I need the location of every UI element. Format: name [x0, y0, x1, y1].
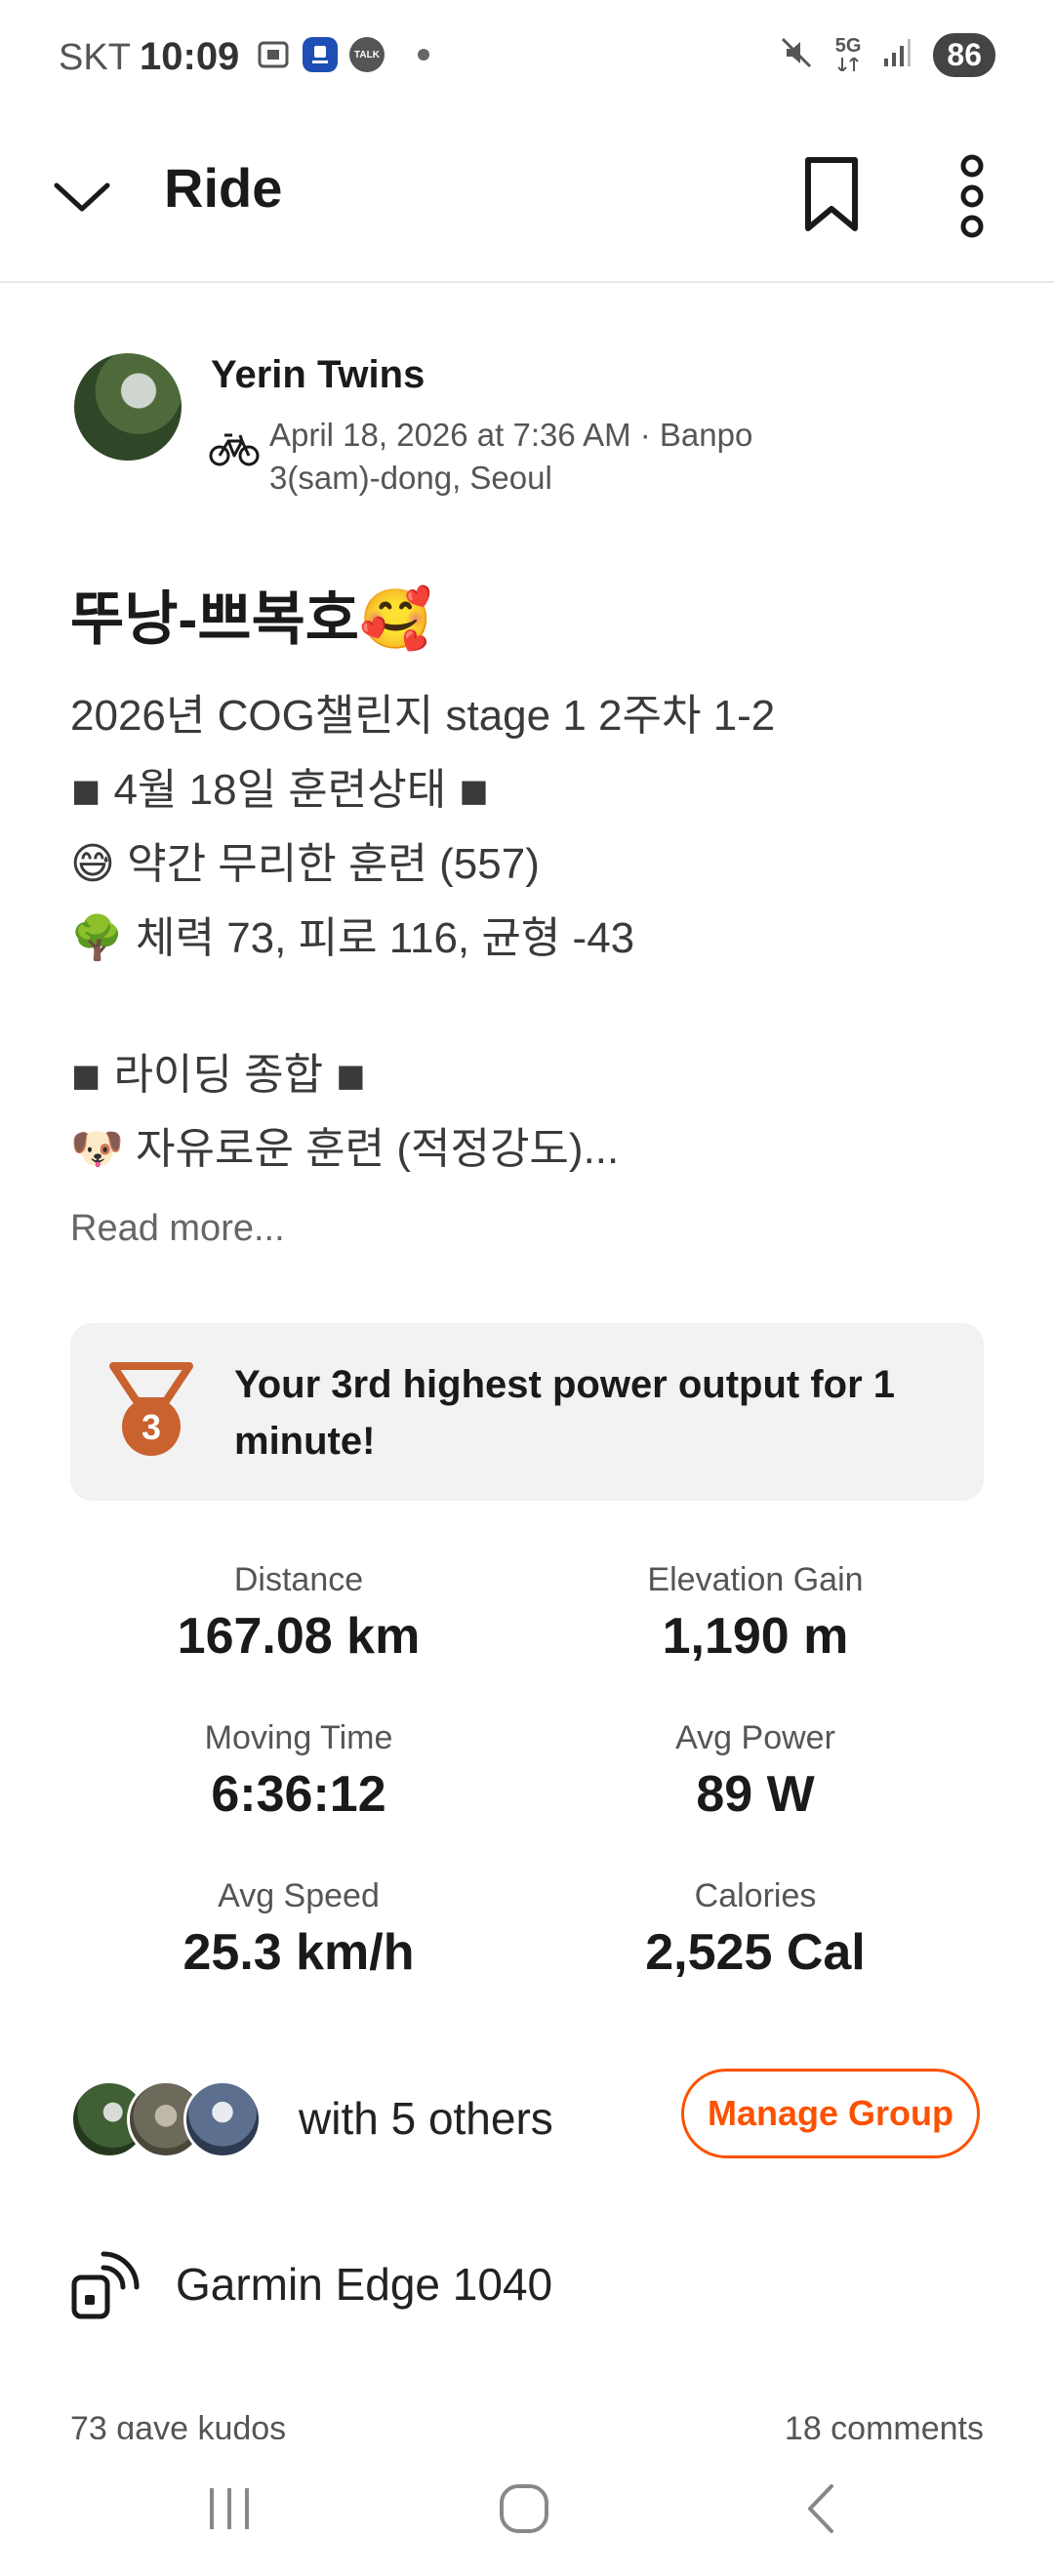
more-vertical-icon[interactable] — [953, 152, 992, 240]
activity-datetime-location: April 18, 2026 at 7:36 AM · Banpo 3(sam)… — [269, 417, 753, 496]
notification-icons: TALK — [256, 37, 429, 72]
stat-label: Distance — [233, 1561, 364, 1598]
device-name: Garmin Edge 1040 — [176, 2259, 553, 2310]
battery-indicator: 86 — [933, 33, 995, 77]
activity-title: 뚜낭-쁘복호🥰 — [70, 586, 432, 652]
app-badge-icon — [303, 37, 338, 72]
clock: 10:09 — [140, 35, 240, 78]
stat-label: Moving Time — [204, 1719, 393, 1756]
network-type-label: 5G — [834, 34, 862, 57]
more-notifications-dot — [418, 49, 429, 60]
device-icon — [70, 2250, 141, 2320]
stat-avg-power: Avg Power 89 W — [527, 1719, 984, 1824]
stat-value: 167.08 km — [177, 1608, 421, 1665]
stat-label: Avg Power — [675, 1719, 835, 1756]
stat-value: 6:36:12 — [211, 1766, 386, 1823]
group-member-avatar[interactable] — [183, 2080, 262, 2158]
group-activity-row: with 5 others Manage Group — [70, 2067, 984, 2168]
group-with-others-text[interactable]: with 5 others — [299, 2092, 553, 2145]
recents-icon[interactable] — [195, 2475, 264, 2543]
bike-icon — [209, 429, 260, 468]
description-line: 🌳 체력 73, 피로 116, 균형 -43 — [70, 914, 635, 962]
stat-value: 1,190 m — [662, 1608, 849, 1665]
stat-calories: Calories 2,525 Cal — [527, 1877, 984, 1982]
social-summary-row: 73 gave kudos 18 comments — [70, 2410, 984, 2439]
back-icon[interactable] — [789, 2475, 857, 2543]
stat-moving-time: Moving Time 6:36:12 — [70, 1719, 527, 1824]
stat-value: 25.3 km/h — [182, 1924, 415, 1981]
stat-elevation-gain: Elevation Gain 1,190 m — [527, 1561, 984, 1666]
system-icons: 5G 86 — [779, 33, 995, 77]
bookmark-icon[interactable] — [800, 154, 863, 236]
description-line: ◾ 4월 18일 훈련상태 ◾ — [70, 766, 490, 814]
medal-icon: 3 — [107, 1362, 195, 1460]
stat-value: 2,525 Cal — [645, 1924, 866, 1981]
kudos-count[interactable]: 73 gave kudos — [70, 2410, 286, 2439]
description-line: 😅 약간 무리한 훈련 (557) — [70, 840, 540, 888]
read-more-link[interactable]: Read more... — [70, 1208, 285, 1250]
talk-icon: TALK — [349, 37, 385, 72]
status-bar: SKT 10:09 TALK 5G 86 — [0, 0, 1054, 117]
home-icon[interactable] — [490, 2475, 558, 2543]
achievement-card[interactable]: 3 Your 3rd highest power output for 1 mi… — [70, 1323, 984, 1501]
signal-icon — [882, 37, 912, 73]
page-title: Ride — [164, 157, 283, 219]
5g-icon: 5G — [834, 34, 862, 75]
carrier-label: SKT — [59, 37, 131, 78]
screenshot-icon — [256, 37, 291, 72]
stat-value: 89 W — [696, 1766, 815, 1823]
mute-icon — [779, 35, 814, 75]
athlete-avatar[interactable] — [74, 353, 182, 461]
stat-label: Avg Speed — [218, 1877, 380, 1914]
stat-distance: Distance 167.08 km — [70, 1561, 527, 1666]
device-row: Garmin Edge 1040 — [70, 2240, 984, 2328]
comments-count[interactable]: 18 comments — [785, 2410, 984, 2439]
description-line-blank — [70, 976, 988, 1038]
description-line: ◾ 라이딩 종합 ◾ — [70, 1051, 367, 1099]
description-line: 2026년 COG챌린지 stage 1 2주차 1-2 — [70, 692, 776, 740]
athlete-name[interactable]: Yerin Twins — [211, 353, 425, 397]
stat-label: Elevation Gain — [647, 1561, 864, 1598]
medal-rank: 3 — [142, 1407, 161, 1447]
stat-label: Calories — [694, 1877, 817, 1914]
system-navigation-bar — [0, 2439, 1054, 2576]
manage-group-button[interactable]: Manage Group — [681, 2069, 980, 2158]
chevron-down-icon[interactable] — [51, 166, 113, 228]
activity-description: 2026년 COG챌린지 stage 1 2주차 1-2 ◾ 4월 18일 훈련… — [70, 679, 988, 1187]
achievement-text: Your 3rd highest power output for 1 minu… — [234, 1363, 896, 1463]
stat-avg-speed: Avg Speed 25.3 km/h — [70, 1877, 527, 1982]
description-line: 🐶 자유로운 훈련 (적정강도)... — [70, 1125, 620, 1173]
app-header: Ride — [0, 117, 1054, 283]
